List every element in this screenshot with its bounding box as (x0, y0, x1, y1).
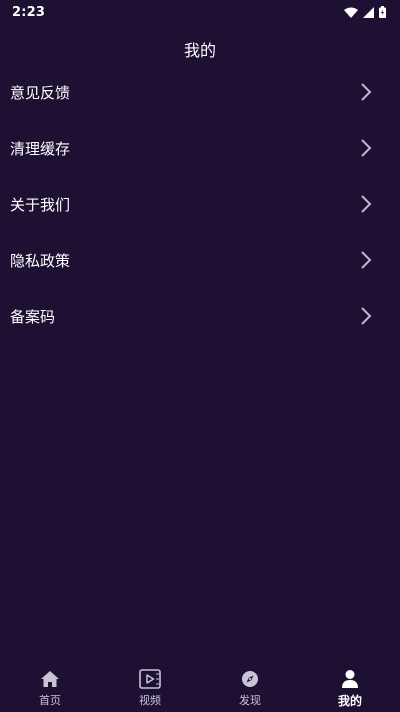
home-icon (40, 668, 60, 690)
menu-item-label: 隐私政策 (10, 251, 71, 270)
battery-icon (379, 6, 386, 18)
compass-icon (241, 668, 259, 690)
cellular-signal-icon (363, 6, 374, 18)
menu-item-about-us[interactable]: 关于我们 (0, 176, 400, 232)
menu-item-label: 意见反馈 (10, 83, 71, 102)
menu-item-label: 关于我们 (10, 195, 71, 214)
tab-mine[interactable]: 我的 (300, 668, 400, 709)
user-icon (341, 668, 359, 690)
chevron-right-icon (360, 250, 372, 270)
menu-item-privacy-policy[interactable]: 隐私政策 (0, 232, 400, 288)
chevron-right-icon (360, 306, 372, 326)
menu-item-label: 清理缓存 (10, 139, 71, 158)
wifi-icon (344, 7, 358, 18)
page-header: 我的 (0, 34, 400, 64)
tab-video[interactable]: 视频 (100, 668, 200, 708)
chevron-right-icon (360, 138, 372, 158)
video-icon (139, 668, 161, 690)
menu-item-filing-number[interactable]: 备案码 (0, 288, 400, 344)
page-title: 我的 (183, 41, 216, 60)
status-bar: 2:23 (0, 0, 400, 24)
tab-discover[interactable]: 发现 (200, 668, 300, 708)
menu-list: 意见反馈 清理缓存 关于我们 隐私政策 备案码 (0, 64, 400, 344)
tab-label: 发现 (239, 694, 261, 707)
menu-item-clear-cache[interactable]: 清理缓存 (0, 120, 400, 176)
tab-label: 我的 (337, 694, 362, 708)
menu-item-label: 备案码 (10, 307, 56, 326)
tab-home[interactable]: 首页 (0, 668, 100, 708)
chevron-right-icon (360, 82, 372, 102)
tab-label: 视频 (139, 694, 161, 707)
status-icons (344, 6, 386, 18)
screen: 2:23 我的 意见反馈 清理缓存 关于我们 隐私政策 备案码 首页 视频 发现… (0, 0, 400, 712)
chevron-right-icon (360, 194, 372, 214)
tab-label: 首页 (39, 694, 61, 707)
menu-item-feedback[interactable]: 意见反馈 (0, 64, 400, 120)
status-time: 2:23 (12, 4, 46, 20)
bottom-nav: 首页 视频 发现 我的 (0, 664, 400, 712)
